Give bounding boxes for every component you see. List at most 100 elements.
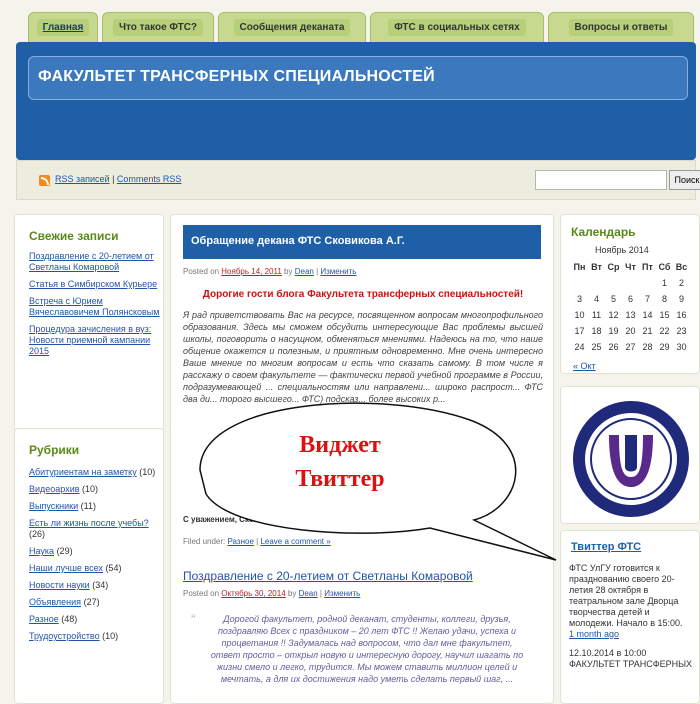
categories-list: Абитуриентам на заметку (10) Видеоархив … — [29, 467, 161, 648]
rss-entries-link[interactable]: RSS записей — [55, 174, 110, 184]
quote-icon: “ — [191, 611, 196, 627]
calendar-day: 12 — [608, 310, 619, 320]
university-logo-widget — [560, 386, 700, 524]
post-date-link[interactable]: Ноябрь 14, 2011 — [221, 267, 282, 276]
calendar-day: 11 — [591, 310, 602, 320]
rss-comments-link[interactable]: Comments RSS — [117, 174, 182, 184]
calendar-day: 9 — [678, 294, 684, 304]
post-author-link[interactable]: Dean — [299, 589, 318, 598]
category-link[interactable]: Выпускники — [29, 501, 78, 511]
callout-label: Виджет Твиттер — [270, 428, 410, 496]
category-link[interactable]: Видеоархив — [29, 484, 80, 494]
tweet-text: 12.10.2014 в 10:00 ФАКУЛЬТЕТ ТРАНСФЕРНЫХ — [569, 648, 693, 669]
rss-separator: | — [109, 174, 117, 184]
post-meta: Posted on Ноябрь 14, 2011 by Dean | Изме… — [183, 267, 357, 276]
rss-links: RSS записей | Comments RSS — [55, 174, 181, 184]
category-link[interactable]: Наши лучше всех — [29, 563, 103, 573]
leave-comment-link[interactable]: Leave a comment » — [260, 537, 330, 546]
post-date-link[interactable]: Октябрь 30, 2014 — [221, 589, 285, 598]
search-input[interactable] — [535, 170, 667, 190]
category-link[interactable]: Разное — [227, 537, 253, 546]
tab-what-is-fts[interactable]: Что такое ФТС? — [102, 12, 214, 42]
weekday-header: Чт — [625, 262, 636, 272]
calendar-day — [639, 275, 656, 291]
post-footer: Filed under: Разное | Leave a comment » — [183, 537, 331, 546]
calendar-day: 18 — [591, 326, 602, 336]
calendar-day: 17 — [574, 326, 585, 336]
post-body: Дорогой факультет, родной деканат, студе… — [210, 614, 524, 684]
calendar-day: 19 — [608, 326, 619, 336]
tab-dean-messages[interactable]: Сообщения деканата — [218, 12, 366, 42]
calendar-day: 29 — [659, 342, 670, 352]
tab-label: ФТС в социальных сетях — [388, 19, 526, 36]
calendar-day: 10 — [574, 310, 585, 320]
calendar-day: 8 — [661, 294, 667, 304]
calendar-day: 2 — [678, 278, 684, 288]
recent-post-link[interactable]: Поздравление с 20-летием от Светланы Ком… — [29, 251, 154, 272]
category-count: (10) — [139, 467, 156, 477]
calendar-day: 21 — [642, 326, 653, 336]
category-count: (26) — [29, 529, 46, 539]
calendar-day — [571, 275, 588, 291]
widget-title: Календарь — [571, 225, 636, 239]
weekday-header: Вс — [675, 262, 688, 272]
twitter-widget-title[interactable]: Твиттер ФТС — [571, 541, 641, 553]
calendar-widget: Календарь Ноябрь 2014 Пн Вт Ср Чт Пт Сб … — [560, 214, 700, 374]
category-count: (54) — [105, 563, 122, 573]
tab-social-networks[interactable]: ФТС в социальных сетях — [370, 12, 544, 42]
category-link[interactable]: Новости науки — [29, 580, 90, 590]
calendar-day: 15 — [659, 310, 670, 320]
category-count: (10) — [82, 484, 99, 494]
tweet-text: ФТС УлГУ готовится к празднованию своего… — [569, 563, 683, 628]
calendar-day — [622, 275, 639, 291]
post-meta: Posted on Октябрь 30, 2014 by Dean | Изм… — [183, 589, 361, 598]
recent-post-link[interactable]: Статья в Симбирском Курьере — [29, 279, 157, 289]
category-link[interactable]: Трудоустройство — [29, 631, 100, 641]
weekday-header: Сб — [658, 262, 671, 272]
category-count: (27) — [83, 597, 100, 607]
tab-label: Что такое ФТС? — [112, 19, 204, 36]
calendar-day: 13 — [625, 310, 636, 320]
meta-by: by — [287, 589, 297, 598]
widget-title: Свежие записи — [29, 229, 119, 243]
meta-by: by — [284, 267, 293, 276]
recent-post-link[interactable]: Встреча с Юрием Вячеславовичем Полянсков… — [29, 296, 159, 317]
site-title[interactable]: ФАКУЛЬТЕТ ТРАНСФЕРНЫХ СПЕЦИАЛЬНОСТЕЙ — [38, 68, 435, 86]
category-link[interactable]: Наука — [29, 546, 54, 556]
search-button[interactable]: Поиск — [669, 170, 700, 190]
tab-label: Вопросы и ответы — [568, 19, 674, 36]
category-count: (11) — [80, 501, 97, 511]
category-link[interactable]: Есть ли жизнь после учебы? — [29, 518, 149, 528]
recent-posts-list: Поздравление с 20-летием от Светланы Ком… — [29, 251, 161, 363]
calendar-day: 30 — [676, 342, 687, 352]
category-link[interactable]: Объявления — [29, 597, 81, 607]
category-link[interactable]: Разное — [29, 614, 59, 624]
post-title-bar: Обращение декана ФТС Сковикова А.Г. — [183, 225, 541, 259]
recent-post-link[interactable]: Процедура зачисления в вуз: Новости прие… — [29, 324, 151, 356]
filed-under-label: Filed under: — [183, 537, 226, 546]
post-title[interactable]: Обращение декана ФТС Сковикова А.Г. — [191, 235, 405, 247]
tab-home[interactable]: Главная — [28, 12, 98, 42]
category-count: (48) — [61, 614, 78, 624]
calendar-day: 23 — [676, 326, 687, 336]
tweet-time-link[interactable]: 1 month ago — [569, 629, 619, 639]
post-edit-link[interactable]: Изменить — [324, 589, 360, 598]
category-link[interactable]: Абитуриентам на заметку — [29, 467, 137, 477]
post-edit-link[interactable]: Изменить — [320, 267, 356, 276]
calendar-day: 16 — [676, 310, 687, 320]
tab-qa[interactable]: Вопросы и ответы — [548, 12, 694, 42]
category-count: (29) — [56, 546, 73, 556]
categories-widget: Рубрики Абитуриентам на заметку (10) Вид… — [14, 428, 164, 704]
post-title[interactable]: Поздравление с 20-летием от Светланы Ком… — [183, 569, 473, 583]
calendar-prev-link[interactable]: « Окт — [573, 361, 596, 371]
post-author-link[interactable]: Dean — [295, 267, 314, 276]
rss-icon[interactable] — [39, 175, 50, 186]
meta-label: Posted on — [183, 589, 220, 598]
weekday-header: Пн — [573, 262, 586, 272]
calendar-day: 1 — [661, 278, 667, 288]
weekday-header: Пт — [642, 262, 653, 272]
calendar-day — [588, 275, 605, 291]
site-header: ФАКУЛЬТЕТ ТРАНСФЕРНЫХ СПЕЦИАЛЬНОСТЕЙ — [16, 42, 696, 160]
calendar-day: 26 — [608, 342, 619, 352]
calendar-day: 22 — [659, 326, 670, 336]
